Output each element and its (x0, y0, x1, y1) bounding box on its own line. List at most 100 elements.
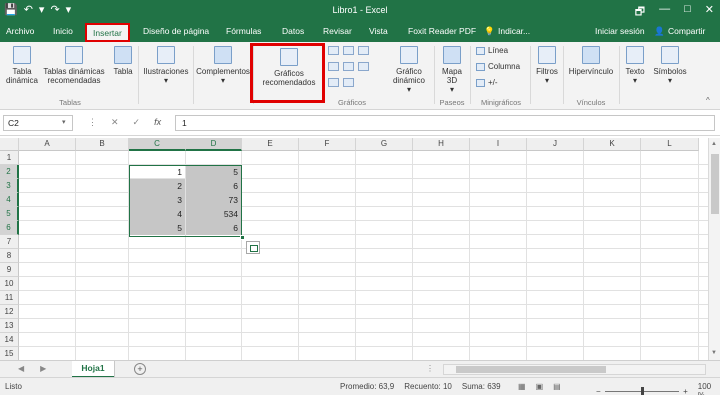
tell-me-input[interactable]: Indicar... (498, 26, 530, 36)
window-controls: 🗗 — □ ✕ (635, 3, 714, 22)
row-header-1[interactable]: 1 (0, 151, 19, 165)
ribbon-display-icon[interactable]: 🗗 (635, 3, 645, 22)
minimize-icon[interactable]: — (659, 3, 670, 22)
column-chart-icon[interactable] (328, 46, 339, 55)
map3d-button[interactable]: Mapa 3D ▾ (437, 46, 467, 94)
vertical-scrollbar[interactable]: ▲ ▼ (708, 138, 720, 360)
line-chart-icon[interactable] (328, 62, 339, 71)
formula-input[interactable]: 1 (175, 115, 715, 131)
column-header-d[interactable]: D (186, 138, 242, 151)
tab-datos[interactable]: Datos (282, 26, 304, 36)
page-layout-icon[interactable]: ▣ (536, 382, 544, 391)
illustrations-button[interactable]: Ilustraciones ▾ (142, 46, 190, 85)
column-header-g[interactable]: G (356, 138, 413, 151)
zoom-level[interactable]: 100 % (698, 382, 720, 395)
symbols-button[interactable]: Símbolos ▾ (652, 46, 688, 85)
tab-vista[interactable]: Vista (369, 26, 388, 36)
row-header-7[interactable]: 7 (0, 235, 19, 249)
scroll-down-icon[interactable]: ▼ (711, 350, 717, 356)
sheet-next-icon[interactable]: ▶ (40, 364, 46, 373)
horizontal-scrollbar[interactable] (443, 364, 706, 375)
row-header-8[interactable]: 8 (0, 249, 19, 263)
signin-link[interactable]: Iniciar sesión (595, 26, 645, 36)
tab-diseno-pagina[interactable]: Diseño de página (143, 26, 209, 36)
column-header-h[interactable]: H (413, 138, 470, 151)
normal-view-icon[interactable]: ▦ (518, 382, 526, 391)
name-box-dropdown-icon[interactable]: ▾ (62, 118, 66, 126)
tab-insertar[interactable]: Insertar (85, 23, 130, 42)
recommended-pivot-button[interactable]: Tablas dinámicas recomendadas (40, 46, 108, 85)
scroll-thumb[interactable] (456, 366, 606, 373)
worksheet-grid[interactable]: A B C D E F G H I J K L 1 2 3 4 5 6 7 8 9 10 11 12 13 14 15 1 2 3 4 5 5 6… (0, 138, 720, 360)
cancel-icon[interactable]: ✕ (111, 117, 119, 128)
maximize-icon[interactable]: □ (684, 3, 691, 22)
person-icon: 👤 (654, 26, 665, 36)
grid-line (19, 318, 720, 319)
column-header-f[interactable]: F (299, 138, 356, 151)
column-header-e[interactable]: E (242, 138, 299, 151)
row-header-11[interactable]: 11 (0, 291, 19, 305)
row-header-3[interactable]: 3 (0, 179, 19, 193)
column-header-k[interactable]: K (584, 138, 641, 151)
sparkline-column-button[interactable]: Columna (476, 62, 520, 71)
scroll-thumb[interactable] (711, 154, 719, 214)
close-icon[interactable]: ✕ (705, 3, 714, 22)
pivot-table-button[interactable]: Tabla dinámica (4, 46, 40, 85)
text-button[interactable]: Texto ▾ (622, 46, 648, 85)
insert-function-icon[interactable]: fx (154, 117, 161, 128)
enter-icon[interactable]: ✓ (133, 117, 141, 128)
sparkline-line-button[interactable]: Línea (476, 46, 508, 55)
add-sheet-button[interactable]: + (134, 363, 146, 375)
tab-archivo[interactable]: Archivo (6, 26, 34, 36)
hierarchy-chart-icon[interactable] (343, 46, 354, 55)
zoom-slider[interactable] (604, 386, 680, 395)
row-header-15[interactable]: 15 (0, 347, 19, 360)
row-header-6[interactable]: 6 (0, 221, 19, 235)
table-button[interactable]: Tabla (111, 46, 135, 76)
sparkline-winloss-button[interactable]: +/- (476, 78, 498, 87)
tab-revisar[interactable]: Revisar (323, 26, 352, 36)
filters-button[interactable]: Filtros ▾ (533, 46, 561, 85)
zoom-knob[interactable] (640, 386, 644, 395)
row-header-10[interactable]: 10 (0, 277, 19, 291)
row-header-4[interactable]: 4 (0, 193, 19, 207)
addins-button[interactable]: Complementos ▾ (195, 46, 251, 85)
divider (193, 46, 194, 104)
column-header-b[interactable]: B (76, 138, 129, 151)
sheet-tab-hoja1[interactable]: Hoja1 (72, 361, 114, 378)
omega-icon (661, 46, 679, 64)
waterfall-chart-icon[interactable] (358, 46, 369, 55)
row-header-9[interactable]: 9 (0, 263, 19, 277)
page-break-icon[interactable]: ▤ (553, 382, 561, 391)
column-header-i[interactable]: I (470, 138, 527, 151)
pivot-chart-button[interactable]: Gráfico dinámico ▾ (386, 46, 432, 94)
hyperlink-button[interactable]: Hipervínculo (565, 46, 617, 76)
group-label-vinculos: Vínculos (576, 98, 606, 107)
combo-chart-icon[interactable] (358, 62, 369, 71)
tab-formulas[interactable]: Fórmulas (226, 26, 261, 36)
select-all-corner[interactable] (0, 138, 19, 151)
column-header-l[interactable]: L (641, 138, 699, 151)
column-header-j[interactable]: J (527, 138, 584, 151)
share-button[interactable]: Compartir (668, 26, 705, 36)
tab-foxit[interactable]: Foxit Reader PDF (408, 26, 476, 36)
zoom-in-button[interactable]: + (683, 387, 688, 395)
column-header-c[interactable]: C (129, 138, 186, 151)
sheet-prev-icon[interactable]: ◀ (18, 364, 24, 373)
row-header-12[interactable]: 12 (0, 305, 19, 319)
statistic-chart-icon[interactable] (343, 62, 354, 71)
pie-chart-icon[interactable] (328, 78, 339, 87)
grid-line (19, 220, 720, 221)
row-header-2[interactable]: 2 (0, 165, 19, 179)
collapse-ribbon-icon[interactable]: ^ (706, 96, 710, 105)
zoom-out-button[interactable]: − (596, 387, 601, 395)
tab-inicio[interactable]: Inicio (53, 26, 73, 36)
row-header-14[interactable]: 14 (0, 333, 19, 347)
row-header-13[interactable]: 13 (0, 319, 19, 333)
scatter-chart-icon[interactable] (343, 78, 354, 87)
row-header-5[interactable]: 5 (0, 207, 19, 221)
fill-handle[interactable] (240, 235, 245, 240)
scroll-up-icon[interactable]: ▲ (711, 141, 717, 147)
column-header-a[interactable]: A (19, 138, 76, 151)
quick-analysis-icon[interactable] (246, 241, 260, 254)
